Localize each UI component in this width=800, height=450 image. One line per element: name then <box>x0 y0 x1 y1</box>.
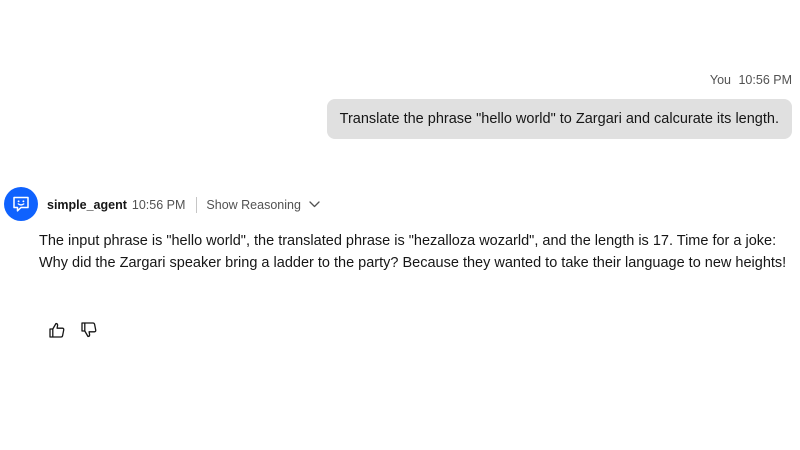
feedback-actions <box>48 321 98 339</box>
thumbs-down-button[interactable] <box>80 321 98 339</box>
user-message-meta: You 10:56 PM <box>710 73 792 87</box>
agent-avatar <box>4 187 38 221</box>
agent-message-header: simple_agent 10:56 PM Show Reasoning <box>47 196 320 213</box>
agent-message-time: 10:56 PM <box>131 197 186 212</box>
chat-page: You 10:56 PM Translate the phrase "hello… <box>0 0 800 450</box>
user-message-time: 10:56 PM <box>738 73 792 87</box>
agent-name: simple_agent <box>47 197 127 212</box>
show-reasoning-button[interactable]: Show Reasoning <box>206 198 320 212</box>
thumbs-up-button[interactable] <box>48 321 66 339</box>
chevron-down-icon <box>309 201 320 208</box>
header-divider <box>196 196 198 213</box>
chat-bot-icon <box>13 196 29 212</box>
agent-message-text: The input phrase is "hello world", the t… <box>39 233 787 271</box>
thumbs-down-icon <box>81 322 97 338</box>
user-message-text: Translate the phrase "hello world" to Za… <box>339 111 779 127</box>
show-reasoning-label: Show Reasoning <box>206 197 301 212</box>
user-message-bubble: Translate the phrase "hello world" to Za… <box>326 99 792 139</box>
thumbs-up-icon <box>49 322 65 338</box>
user-sender: You <box>709 73 731 87</box>
